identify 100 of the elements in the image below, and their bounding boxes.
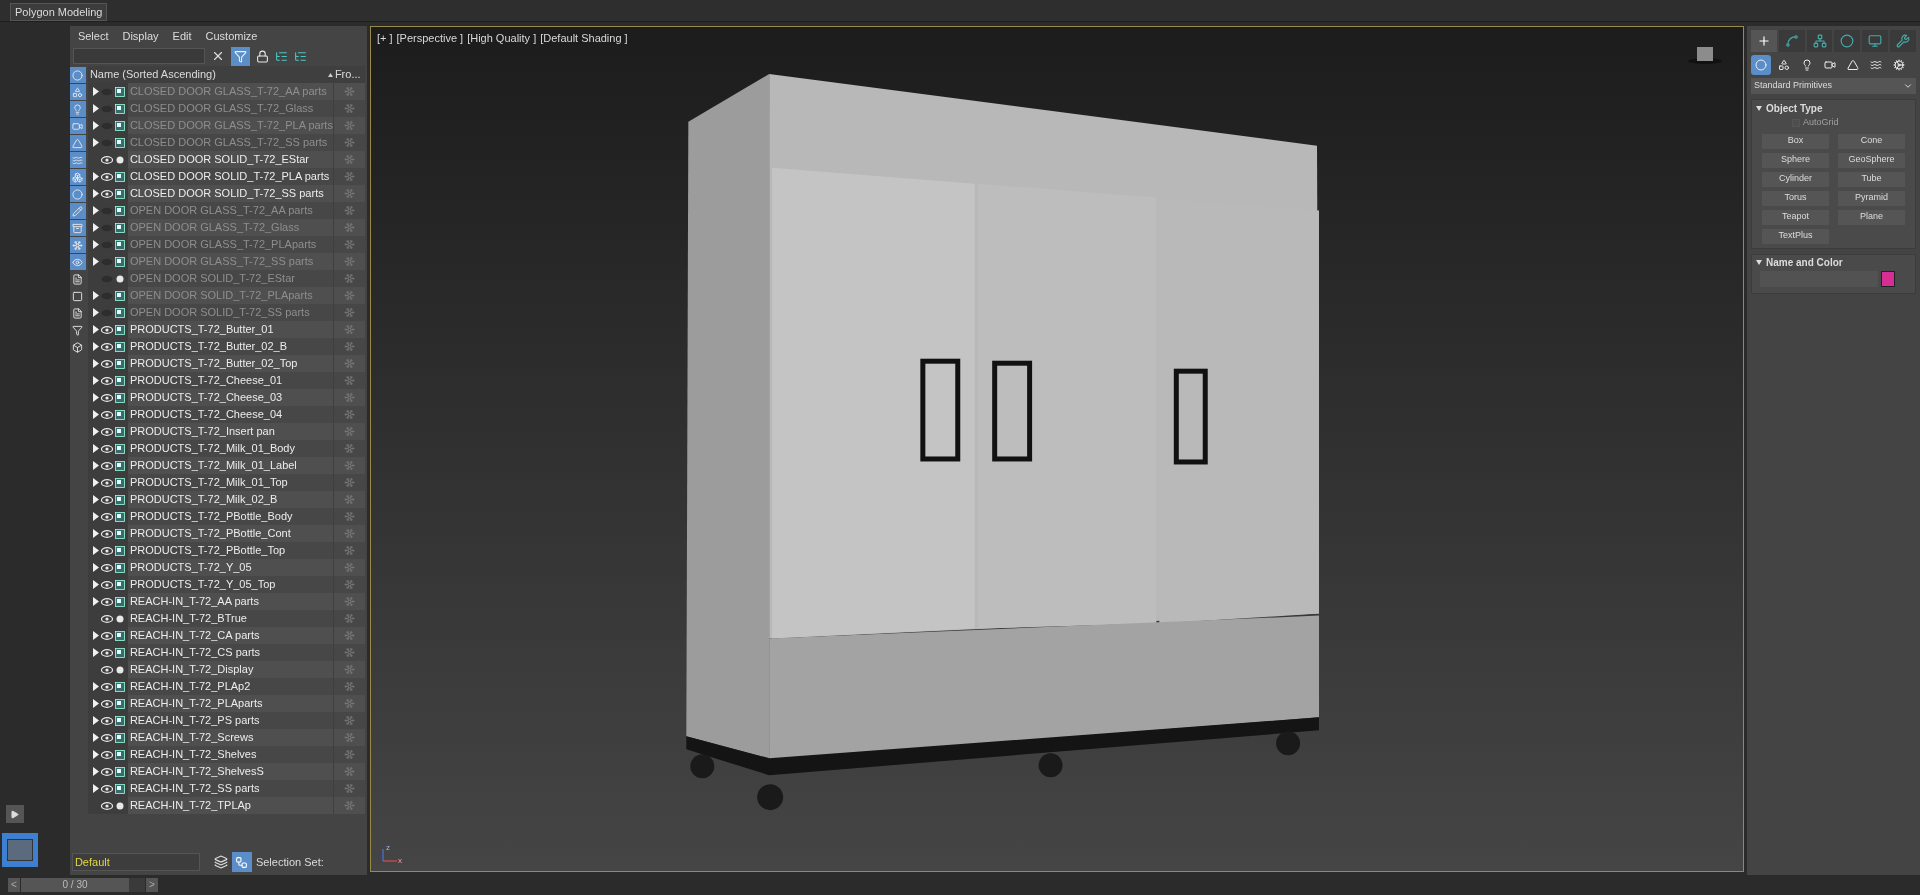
layer-field[interactable]: Default	[71, 853, 200, 871]
archive-icon[interactable]	[69, 220, 86, 236]
curve-icon[interactable]	[1778, 30, 1805, 52]
object-name[interactable]: REACH-IN_T-72_PS parts	[127, 712, 333, 729]
hierarchy-icon[interactable]	[1806, 30, 1833, 52]
eye-icon[interactable]	[100, 563, 113, 572]
menu-item[interactable]: Select	[77, 27, 109, 45]
eye-icon[interactable]	[100, 614, 113, 623]
eye-icon[interactable]	[100, 529, 113, 538]
filter-button[interactable]	[230, 46, 250, 66]
menu-item[interactable]: Display	[122, 27, 159, 45]
viewcube-icon[interactable]	[1687, 45, 1723, 65]
shapes-icon[interactable]	[69, 84, 86, 100]
primitive-button[interactable]: GeoSphere	[1838, 152, 1905, 168]
object-icon	[114, 103, 125, 114]
eye-icon[interactable]	[100, 444, 113, 453]
snowflake-icon[interactable]	[69, 237, 86, 253]
primitive-button[interactable]: Tube	[1838, 171, 1905, 187]
column-header[interactable]: Fro...	[334, 66, 365, 83]
object-name[interactable]: PRODUCTS_T-72_Cheese_04	[127, 406, 333, 423]
object-icon	[114, 171, 125, 182]
primitive-button[interactable]: Torus	[1762, 190, 1829, 206]
eye-icon[interactable]	[100, 461, 113, 470]
circle-icon[interactable]	[69, 186, 86, 202]
column-header[interactable]: Name (Sorted Ascending)	[87, 66, 328, 83]
eye-icon[interactable]	[100, 631, 113, 640]
eye-icon[interactable]	[100, 750, 113, 759]
object-icon	[114, 579, 125, 590]
object-name[interactable]: PRODUCTS_T-72_Y_05_Top	[127, 576, 333, 593]
play-button[interactable]	[5, 805, 24, 823]
eye-icon[interactable]	[100, 597, 113, 606]
eye-icon[interactable]	[100, 716, 113, 725]
eye-icon[interactable]	[100, 801, 113, 810]
pencil-icon[interactable]	[69, 203, 86, 219]
eye-icon[interactable]	[100, 155, 113, 164]
eye-icon[interactable]	[100, 393, 113, 402]
eye-icon[interactable]	[100, 699, 113, 708]
color-swatch[interactable]	[1881, 270, 1895, 287]
object-name[interactable]: PRODUCTS_T-72_Butter_02_B	[127, 338, 333, 355]
primitive-button[interactable]: Plane	[1838, 209, 1905, 225]
geometry-icon[interactable]	[69, 67, 86, 83]
eye-icon[interactable]	[69, 254, 86, 270]
search-field[interactable]	[72, 48, 205, 64]
viewport-label[interactable]: [High Quality ]	[467, 30, 537, 47]
eye-icon[interactable]	[100, 767, 113, 776]
primitive-button[interactable]: Sphere	[1762, 152, 1829, 168]
primitive-button[interactable]: Cylinder	[1762, 171, 1829, 187]
primitive-button[interactable]: Teapot	[1762, 209, 1829, 225]
object-name[interactable]: PRODUCTS_T-72_PBottle_Top	[127, 542, 333, 559]
eye-icon[interactable]	[100, 325, 113, 334]
viewport-label[interactable]: [+ ]	[376, 30, 393, 47]
viewport-label[interactable]: [Default Shading ]	[540, 30, 628, 47]
object-name[interactable]: REACH-IN_T-72_Shelves	[127, 746, 333, 763]
boxes-icon[interactable]	[69, 169, 86, 185]
wrench-icon[interactable]	[1890, 30, 1916, 52]
primitive-button[interactable]: Cone	[1838, 133, 1905, 149]
eye-icon[interactable]	[100, 172, 113, 181]
eye-icon[interactable]	[100, 733, 113, 742]
object-name[interactable]: REACH-IN_T-72_SS parts	[127, 780, 333, 797]
eye-icon[interactable]	[100, 546, 113, 555]
waves-icon[interactable]	[69, 152, 86, 168]
triangle-icon[interactable]	[69, 135, 86, 151]
eye-icon[interactable]	[100, 512, 113, 521]
plus-icon[interactable]	[1751, 30, 1777, 52]
menu-item[interactable]: Customize	[205, 27, 258, 45]
primitive-button[interactable]: Pyramid	[1838, 190, 1905, 206]
hierarchy-icon[interactable]	[293, 49, 307, 63]
lock-icon[interactable]	[255, 49, 269, 63]
eye-icon[interactable]	[100, 580, 113, 589]
viewport[interactable]: [+ ] [Perspective ] [High Quality ] [Default Shading ] z x	[369, 26, 1744, 872]
object-name[interactable]: REACH-IN_T-72_BTrue	[127, 610, 333, 627]
eye-icon[interactable]	[100, 495, 113, 504]
primitive-button[interactable]: Box	[1762, 133, 1829, 149]
ribbon-tab[interactable]: Polygon Modeling	[10, 3, 108, 21]
eye-icon[interactable]	[100, 427, 113, 436]
viewport-thumbnail[interactable]	[1, 833, 38, 867]
eye-icon[interactable]	[100, 342, 113, 351]
object-name[interactable]: REACH-IN_T-72_PLAp2	[127, 678, 333, 695]
eye-icon[interactable]	[100, 665, 113, 674]
eye-icon[interactable]	[100, 682, 113, 691]
object-name[interactable]: REACH-IN_T-72_CS parts	[127, 644, 333, 661]
menu-item[interactable]: Edit	[172, 27, 192, 45]
rollout-header[interactable]: Object Type	[1752, 100, 1915, 116]
eye-icon[interactable]	[100, 784, 113, 793]
eye-icon[interactable]	[100, 478, 113, 487]
layers-icon[interactable]	[213, 855, 228, 869]
eye-icon[interactable]	[100, 410, 113, 419]
category-dropdown[interactable]: Standard Primitives	[1751, 78, 1916, 94]
primitive-button[interactable]: TextPlus	[1762, 228, 1829, 244]
eye-icon[interactable]	[100, 648, 113, 657]
camera-icon[interactable]	[69, 118, 86, 134]
hierarchy-button[interactable]	[231, 852, 252, 872]
eye-icon[interactable]	[100, 376, 113, 385]
lightbulb-icon[interactable]	[69, 101, 86, 117]
object-name[interactable]: PRODUCTS_T-72_Cheese_01	[127, 372, 333, 389]
eye-icon[interactable]	[100, 359, 113, 368]
hierarchy-icon[interactable]	[274, 49, 288, 63]
viewport-label[interactable]: [Perspective ]	[396, 30, 464, 47]
eye-icon[interactable]	[100, 189, 113, 198]
object-name[interactable]: PRODUCTS_T-72_Milk_01_Top	[127, 474, 333, 491]
